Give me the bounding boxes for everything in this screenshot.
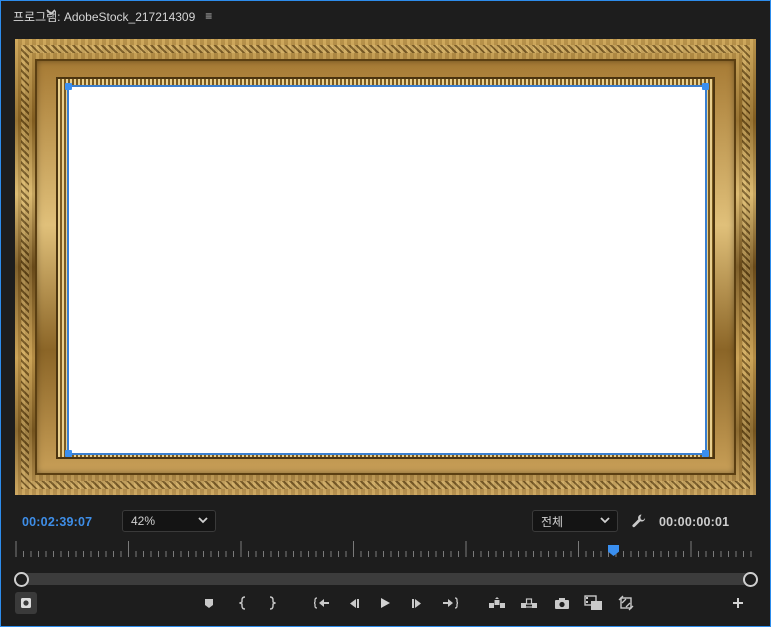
chevron-down-icon (600, 517, 610, 524)
go-to-out-icon (443, 597, 458, 609)
toggle-proxies-button[interactable] (617, 592, 635, 614)
step-back-button[interactable] (346, 592, 362, 614)
monitor-controls: 00:02:39:07 42% 전체 00:00:00:01 (1, 508, 771, 536)
zoom-scrollbar[interactable] (14, 572, 758, 587)
playback-resolution-value: 전체 (541, 514, 564, 529)
extract-button[interactable] (519, 592, 539, 614)
add-button[interactable] (730, 592, 746, 614)
camera-icon (555, 597, 569, 609)
transform-handle-bottom-left[interactable] (65, 450, 72, 457)
comparison-view-button[interactable] (583, 592, 605, 614)
plus-icon (733, 598, 743, 608)
play-button[interactable] (377, 592, 393, 614)
time-ruler[interactable] (15, 541, 756, 561)
frame-canvas (65, 83, 709, 457)
step-back-icon (350, 598, 359, 608)
transport-controls (1, 592, 771, 616)
playhead-timecode[interactable]: 00:02:39:07 (22, 515, 92, 529)
wrench-icon[interactable] (631, 513, 647, 529)
playback-resolution-dropdown[interactable]: 전체 (532, 510, 618, 532)
step-forward-icon (412, 598, 421, 608)
duration-timecode: 00:00:00:01 (659, 515, 730, 529)
transform-handle-top-left[interactable] (65, 83, 72, 90)
hamburger-icon[interactable]: ≡ (205, 9, 212, 23)
add-marker-button[interactable] (201, 592, 217, 614)
mark-out-button[interactable] (264, 592, 280, 614)
mark-in-icon (239, 596, 246, 610)
extract-icon (521, 598, 537, 608)
lift-button[interactable] (487, 592, 507, 614)
mark-out-icon (269, 596, 276, 610)
step-forward-button[interactable] (409, 592, 425, 614)
settings-dropdown-button[interactable] (43, 1, 59, 23)
comparison-view-icon (584, 595, 602, 610)
play-icon (380, 598, 390, 608)
ruler-ticks (15, 541, 752, 557)
transform-handle-bottom-right[interactable] (702, 450, 709, 457)
chevron-down-icon (198, 517, 208, 524)
mark-in-button[interactable] (235, 592, 251, 614)
chevron-down-icon (46, 9, 56, 16)
go-to-in-button[interactable] (313, 592, 331, 614)
export-frame-button[interactable] (553, 592, 571, 614)
go-to-in-icon (314, 597, 329, 609)
transform-handle-top-right[interactable] (702, 83, 709, 90)
zoom-level-value: 42% (131, 514, 156, 528)
program-viewer[interactable] (15, 39, 756, 495)
toggle-proxies-icon (618, 595, 634, 611)
program-monitor-panel: 프로그램: AdobeStock_217214309 ≡ 00:02:39:07… (0, 0, 771, 627)
panel-title[interactable]: 프로그램: AdobeStock_217214309 (13, 8, 195, 25)
zoom-level-dropdown[interactable]: 42% (122, 510, 216, 532)
scrollbar-left-handle[interactable] (14, 572, 29, 587)
gold-frame-image (15, 39, 756, 495)
go-to-out-button[interactable] (441, 592, 459, 614)
add-marker-icon (205, 598, 213, 608)
scrollbar-right-handle[interactable] (743, 572, 758, 587)
lift-icon (489, 597, 505, 608)
